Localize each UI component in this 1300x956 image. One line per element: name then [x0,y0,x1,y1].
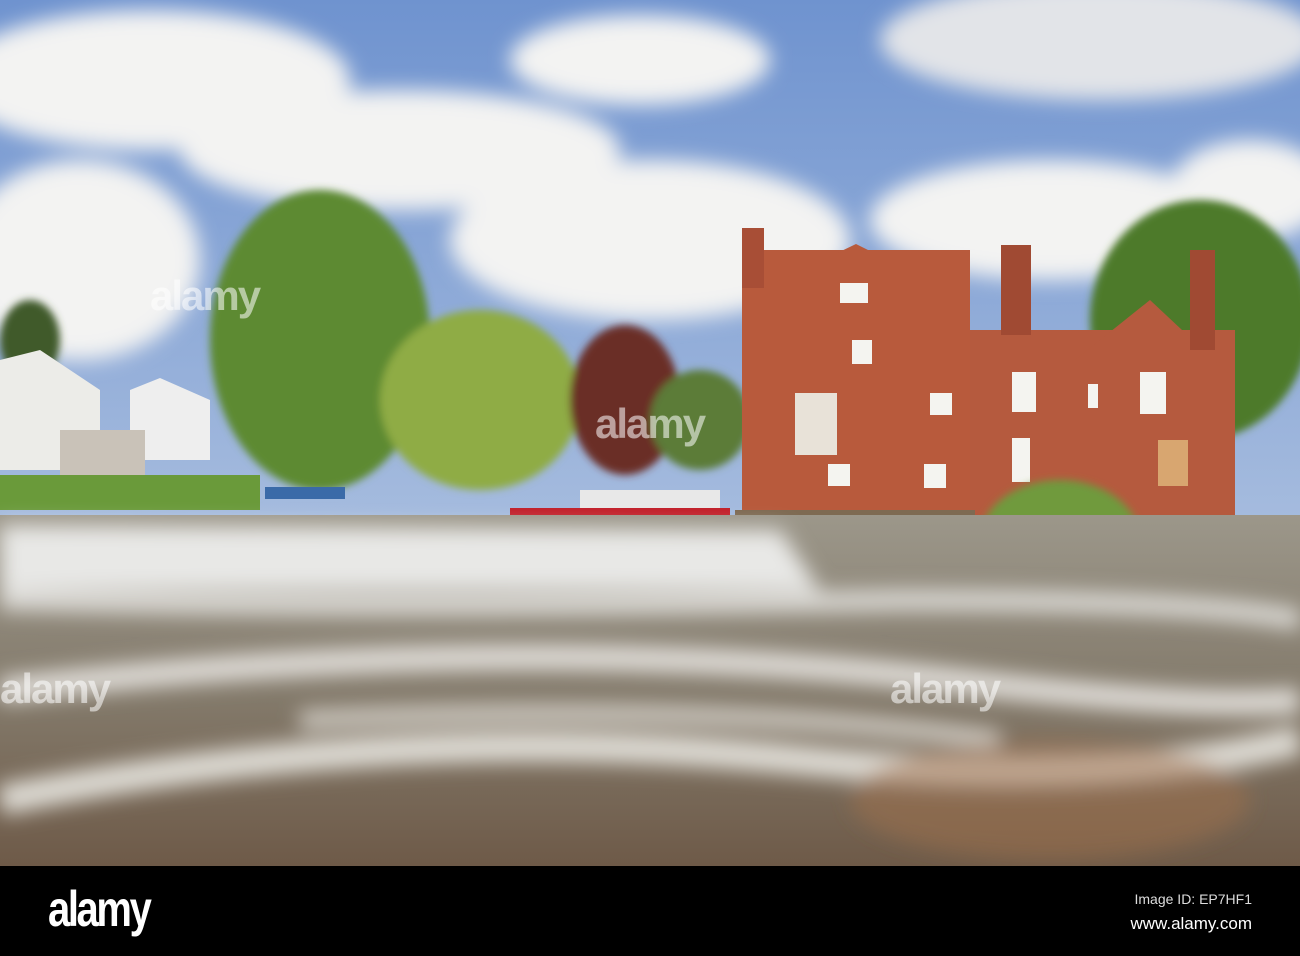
alamy-logo: alamy [48,881,152,937]
watermark: alamy [595,400,706,447]
image-id: Image ID: EP7HF1 [1134,891,1253,907]
footer-bar: alamy Image ID: EP7HF1 www.alamy.com [0,866,1300,956]
stock-photo: alamy alamy alamy alamy alamy Image ID: … [0,0,1300,956]
watermark: alamy [890,665,1001,712]
watermark: alamy [0,665,111,712]
watermark: alamy [150,272,261,319]
site-url: www.alamy.com [1130,914,1252,933]
lawn [0,475,260,510]
